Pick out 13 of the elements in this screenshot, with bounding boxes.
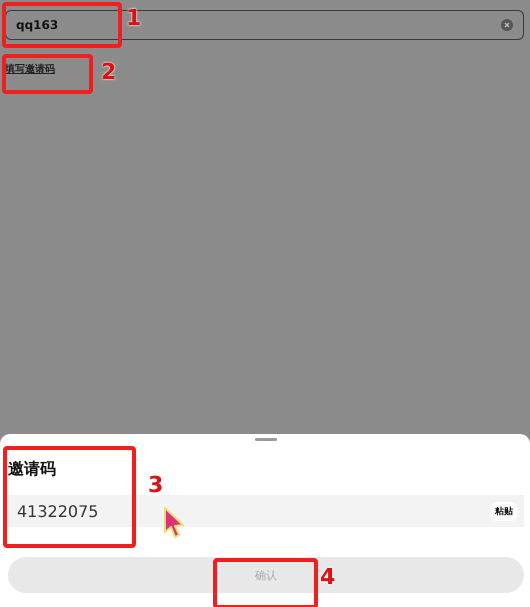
sheet-title: 邀请码 (8, 459, 57, 480)
step-number: 1 (126, 8, 142, 30)
paste-button[interactable]: 粘贴 (490, 502, 518, 520)
search-value: qq163 (16, 18, 58, 32)
step-number: 2 (101, 62, 116, 84)
drag-handle[interactable] (255, 438, 277, 441)
step-number: 4 (320, 567, 336, 589)
cursor-icon (162, 506, 186, 540)
invite-code-value: 41322075 (17, 502, 98, 520)
invite-code-link[interactable]: 填写邀请码 (5, 62, 55, 76)
invite-code-field[interactable]: 41322075 粘贴 (8, 495, 524, 527)
clear-icon[interactable] (501, 19, 513, 31)
step-number: 3 (148, 475, 164, 497)
